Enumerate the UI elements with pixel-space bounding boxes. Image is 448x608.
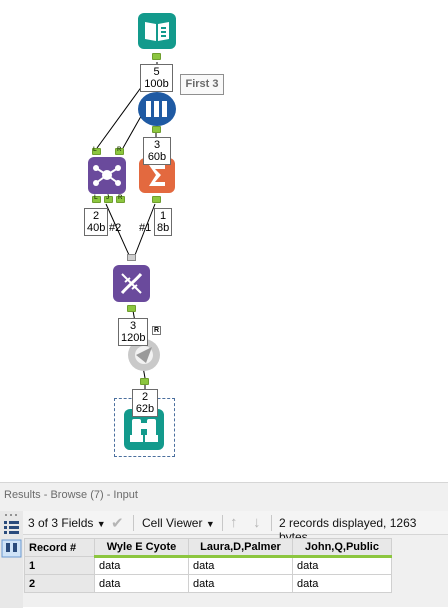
workflow-canvas[interactable]: 5 100b First 3 3 60b 2 40b #2 1 8b #1 3 …	[0, 0, 448, 480]
book-icon	[145, 22, 169, 41]
union-tool[interactable]	[113, 265, 150, 302]
results-panel: Results - Browse (7) - Input 3 of 3 Fiel…	[0, 482, 448, 608]
input-data-tool[interactable]	[138, 13, 176, 49]
output-anchor[interactable]	[152, 126, 161, 133]
anchor-label: L	[94, 195, 98, 201]
browse-count-badge: 2 62b	[132, 389, 158, 417]
column-header[interactable]: Laura,D,Palmer	[188, 538, 293, 558]
row-number: 1	[24, 556, 95, 575]
cell[interactable]: data	[94, 556, 189, 575]
sample-tool[interactable]	[138, 92, 176, 126]
connection-lines	[96, 62, 158, 400]
r-anchor-label: R	[152, 326, 161, 335]
table-row[interactable]: 2 data data data	[24, 574, 392, 593]
anchor-label: R	[118, 195, 123, 201]
join-tool[interactable]	[88, 157, 126, 194]
join-count-badge: 2 40b	[84, 208, 108, 236]
arrow-down-icon[interactable]: ↓	[253, 514, 261, 531]
join-icon	[93, 165, 121, 186]
results-grid[interactable]: Record # Wyle E Cyote Laura,D,Palmer Joh…	[24, 538, 392, 593]
union-count-badge: 3 120b	[118, 318, 148, 346]
chevron-down-icon: ▼	[96, 519, 106, 529]
summarize-union-note: #1	[139, 222, 152, 234]
union-input-anchor[interactable]	[127, 254, 136, 261]
record-count-badge: 5 100b	[140, 64, 173, 92]
cell[interactable]: data	[292, 574, 392, 593]
output-anchor[interactable]	[127, 305, 136, 312]
table-row[interactable]: 1 data data data	[24, 556, 392, 575]
dna-icon	[120, 273, 143, 294]
cell[interactable]: data	[188, 574, 293, 593]
results-sidebar	[0, 511, 23, 608]
sample-annotation: First 3	[180, 74, 224, 95]
fields-dropdown[interactable]: 3 of 3 Fields ▼	[28, 516, 106, 530]
join-union-note: #2	[109, 222, 122, 234]
arrow-up-icon[interactable]: ↑	[230, 514, 238, 531]
results-toolbar: 3 of 3 Fields ▼ ✔ Cell Viewer ▼ ↑ ↓ 2 re…	[23, 511, 448, 544]
cell[interactable]: data	[292, 556, 392, 575]
cell[interactable]: data	[94, 574, 189, 593]
column-header[interactable]: Wyle E Cyote	[94, 538, 189, 558]
anchor-label: L	[93, 147, 97, 153]
column-header[interactable]: John,Q,Public	[292, 538, 392, 558]
output-anchor[interactable]	[152, 196, 161, 203]
summarize-count-badge: 1 8b	[154, 208, 172, 236]
sample-count-badge: 3 60b	[143, 137, 171, 165]
anchor-label: J	[106, 195, 110, 201]
cell[interactable]: data	[188, 556, 293, 575]
sample-icon	[146, 101, 167, 117]
chevron-down-icon: ▼	[205, 519, 215, 529]
check-icon[interactable]: ✔	[111, 514, 124, 532]
output-anchor[interactable]	[152, 53, 161, 60]
row-number: 2	[24, 574, 95, 593]
output-anchor[interactable]	[140, 378, 149, 385]
anchor-label: R	[117, 147, 122, 153]
sidebar-icons	[1, 514, 22, 558]
results-title: Results - Browse (7) - Input	[4, 489, 138, 501]
cell-viewer-dropdown[interactable]: Cell Viewer ▼	[142, 516, 215, 530]
column-header[interactable]: Record #	[24, 538, 95, 557]
